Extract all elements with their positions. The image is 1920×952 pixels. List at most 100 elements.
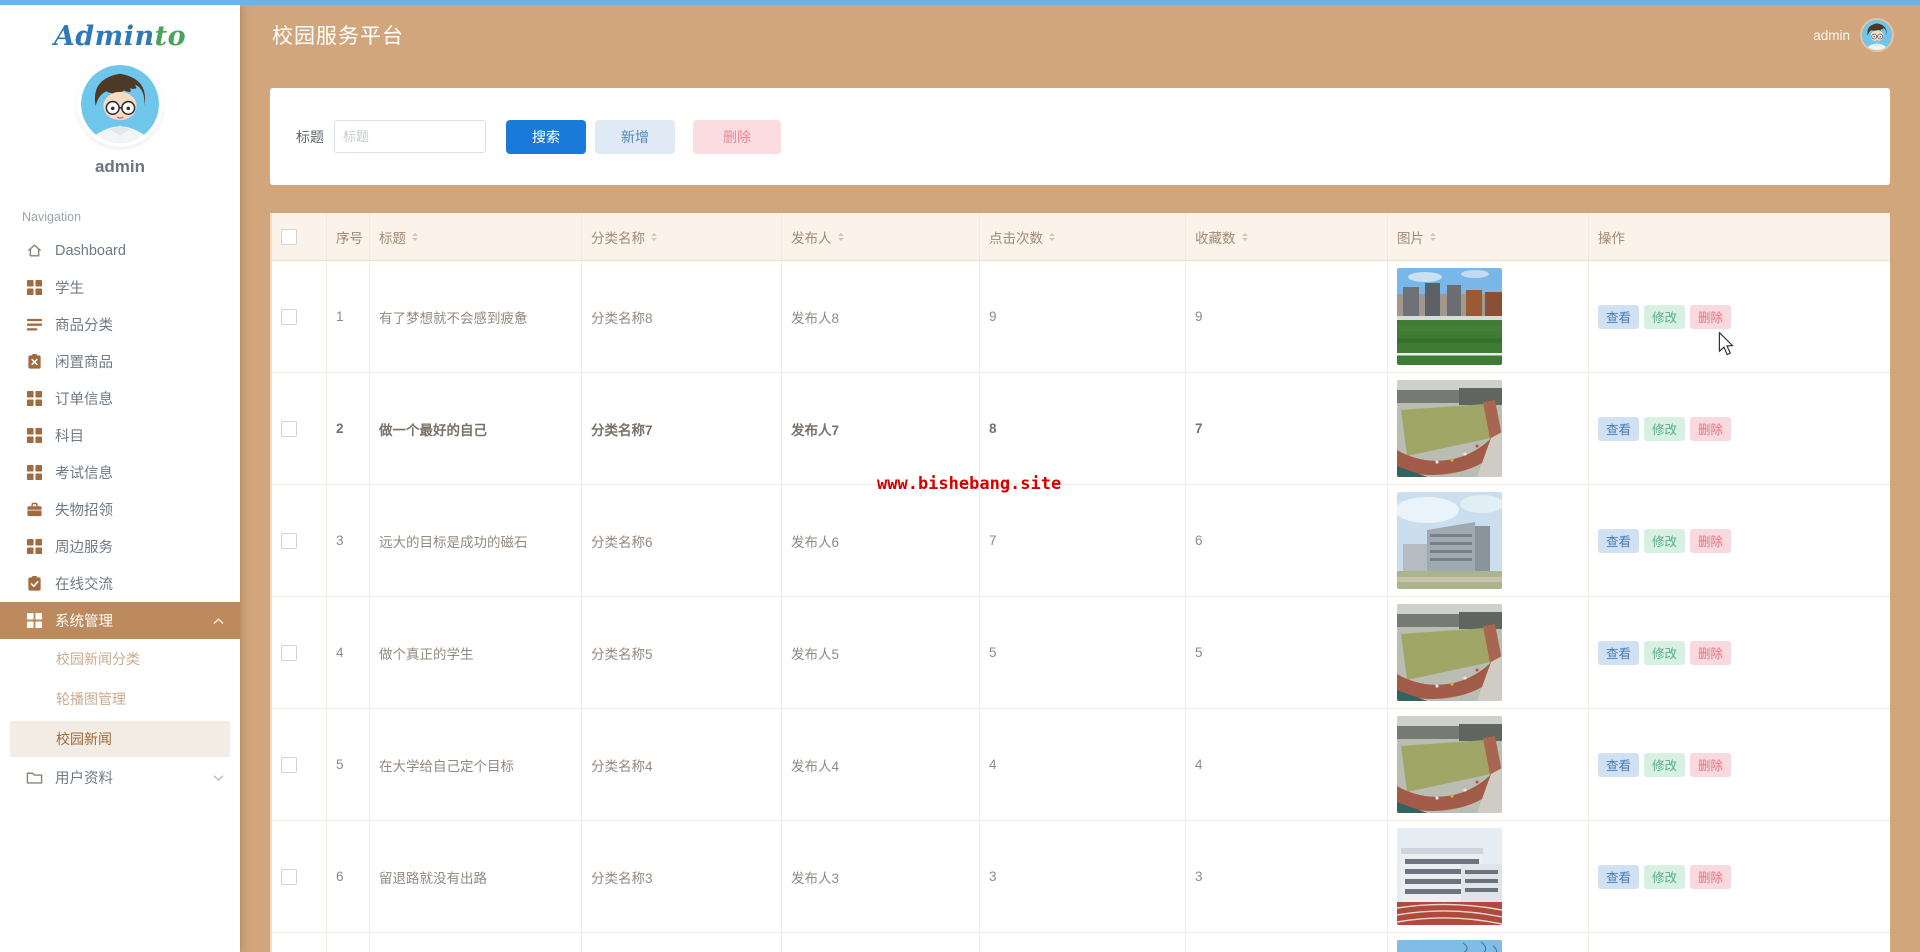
row-checkbox[interactable] <box>281 308 297 325</box>
view-button[interactable]: 查看 <box>1598 864 1639 889</box>
sidebar-item-Dashboard[interactable]: Dashboard <box>0 232 240 269</box>
column-header-label: 发布人 <box>791 230 832 246</box>
delete-row-button[interactable]: 删除 <box>1690 416 1731 441</box>
row-checkbox[interactable] <box>281 644 297 661</box>
cell-category: 分类名称7 <box>582 373 782 484</box>
sort-icon[interactable] <box>412 232 418 241</box>
delete-row-button[interactable]: 删除 <box>1690 640 1731 665</box>
title-search-input[interactable] <box>334 120 486 153</box>
sidebar-item-用户资料[interactable]: 用户资料 <box>0 759 240 796</box>
sidebar-item-科目[interactable]: 科目 <box>0 417 240 454</box>
cell-text: 2 <box>336 421 344 436</box>
edit-button[interactable]: 修改 <box>1644 416 1685 441</box>
page-header: 校园服务平台 admin <box>240 5 1920 65</box>
sort-icon[interactable] <box>837 232 844 241</box>
column-header-分类名称: 分类名称 <box>582 213 782 260</box>
cell-title: 在大学给自己定个目标 <box>370 709 582 820</box>
sidebar-item-周边服务[interactable]: 周边服务 <box>0 528 240 565</box>
campus-field-photo[interactable] <box>1397 268 1502 365</box>
cell-text: 分类名称5 <box>591 646 653 662</box>
sidebar-item-系统管理[interactable]: 系统管理 <box>0 602 240 639</box>
stadium-track-photo[interactable] <box>1397 380 1502 477</box>
sidebar-subitem-轮播图管理[interactable]: 轮播图管理 <box>0 679 240 719</box>
cell-text: 分类名称3 <box>591 870 653 886</box>
user-avatar-large[interactable] <box>81 65 159 143</box>
select-all-checkbox[interactable] <box>281 228 297 245</box>
add-button[interactable]: 新增 <box>595 119 675 154</box>
delete-row-button[interactable]: 删除 <box>1690 752 1731 777</box>
folder-icon <box>26 769 43 786</box>
sort-icon[interactable] <box>1241 232 1248 241</box>
view-button[interactable]: 查看 <box>1598 640 1639 665</box>
cell-text: 发布人8 <box>791 310 840 326</box>
cell-no: 6 <box>327 821 370 932</box>
cell-category: 分类名称8 <box>582 261 782 372</box>
search-button[interactable]: 搜索 <box>506 119 586 154</box>
edit-button[interactable]: 修改 <box>1644 864 1685 889</box>
sort-icon[interactable] <box>1049 232 1055 241</box>
row-checkbox[interactable] <box>281 756 297 773</box>
cell-publisher: 发布人3 <box>782 821 980 932</box>
sidebar-subitem-校园新闻[interactable]: 校园新闻 <box>10 721 230 757</box>
cell-favorites: 3 <box>1186 821 1388 932</box>
row-checkbox[interactable] <box>281 532 297 549</box>
cell-category: 分类名称3 <box>582 821 782 932</box>
sidebar-subitem-校园新闻分类[interactable]: 校园新闻分类 <box>0 639 240 679</box>
column-header-图片: 图片 <box>1388 213 1589 260</box>
modern-building-photo[interactable] <box>1397 492 1502 589</box>
delete-row-button[interactable]: 删除 <box>1690 304 1731 329</box>
delete-button[interactable]: 删除 <box>693 119 781 154</box>
cell-clicks: 3 <box>980 821 1186 932</box>
sidebar-item-失物招领[interactable]: 失物招领 <box>0 491 240 528</box>
header-user-menu[interactable]: admin <box>1813 5 1892 65</box>
table-row: 2 做一个最好的自己 分类名称7 发布人7 8 7 查看 修改 删除 <box>270 373 1890 485</box>
sky-photo[interactable] <box>1397 940 1502 952</box>
edit-button[interactable]: 修改 <box>1644 640 1685 665</box>
top-accent-bar <box>0 0 1920 5</box>
cell-title: 有了梦想就不会感到疲惫 <box>370 261 582 372</box>
row-checkbox[interactable] <box>281 868 297 885</box>
edit-button[interactable]: 修改 <box>1644 752 1685 777</box>
delete-row-button[interactable]: 删除 <box>1690 528 1731 553</box>
cell-text: 做一个最好的自己 <box>379 422 487 438</box>
table-body: 1 有了梦想就不会感到疲惫 分类名称8 发布人8 9 9 查看 修改 删除 2 做一个最好的自己 分类… <box>270 261 1890 952</box>
sort-icon[interactable] <box>1430 232 1436 241</box>
view-button[interactable]: 查看 <box>1598 528 1639 553</box>
user-avatar-small[interactable] <box>1862 20 1892 50</box>
view-button[interactable]: 查看 <box>1598 416 1639 441</box>
cell-text: 6 <box>336 869 344 884</box>
sidebar-item-label: 用户资料 <box>55 771 113 787</box>
cell-title: 远大的目标是成功的磁石 <box>370 485 582 596</box>
sidebar-item-考试信息[interactable]: 考试信息 <box>0 454 240 491</box>
sidebar-item-在线交流[interactable]: 在线交流 <box>0 565 240 602</box>
sidebar-item-闲置商品[interactable]: 闲置商品 <box>0 343 240 380</box>
view-button[interactable]: 查看 <box>1598 304 1639 329</box>
delete-row-button[interactable]: 删除 <box>1690 864 1731 889</box>
sidebar-item-学生[interactable]: 学生 <box>0 269 240 306</box>
logo-text-to: to <box>154 21 187 52</box>
column-header-操作: 操作 <box>1589 213 1890 260</box>
sidebar-item-订单信息[interactable]: 订单信息 <box>0 380 240 417</box>
cell-text: 留退路就没有出路 <box>379 870 487 886</box>
cell-no <box>327 933 370 952</box>
column-header-label: 图片 <box>1397 230 1424 246</box>
view-button[interactable]: 查看 <box>1598 752 1639 777</box>
cell-actions: 查看 修改 删除 <box>1589 709 1890 820</box>
stadium-track-photo[interactable] <box>1397 716 1502 813</box>
cell-text: 5 <box>336 757 344 772</box>
cell-image <box>1388 821 1589 932</box>
cell-text: 分类名称8 <box>591 310 653 326</box>
row-checkbox[interactable] <box>281 420 297 437</box>
table-row: 5 在大学给自己定个目标 分类名称4 发布人4 4 4 查看 修改 删除 <box>270 709 1890 821</box>
stadium-track-photo[interactable] <box>1397 604 1502 701</box>
cell-text: 远大的目标是成功的磁石 <box>379 534 528 550</box>
column-header-序号: 序号 <box>327 213 370 260</box>
sort-icon[interactable] <box>651 232 657 241</box>
grid-icon <box>26 427 43 444</box>
cell-text: 分类名称6 <box>591 534 653 550</box>
edit-button[interactable]: 修改 <box>1644 304 1685 329</box>
white-building-track-photo[interactable] <box>1397 828 1502 925</box>
edit-button[interactable]: 修改 <box>1644 528 1685 553</box>
cell-actions: 查看 修改 删除 <box>1589 373 1890 484</box>
sidebar-item-商品分类[interactable]: 商品分类 <box>0 306 240 343</box>
